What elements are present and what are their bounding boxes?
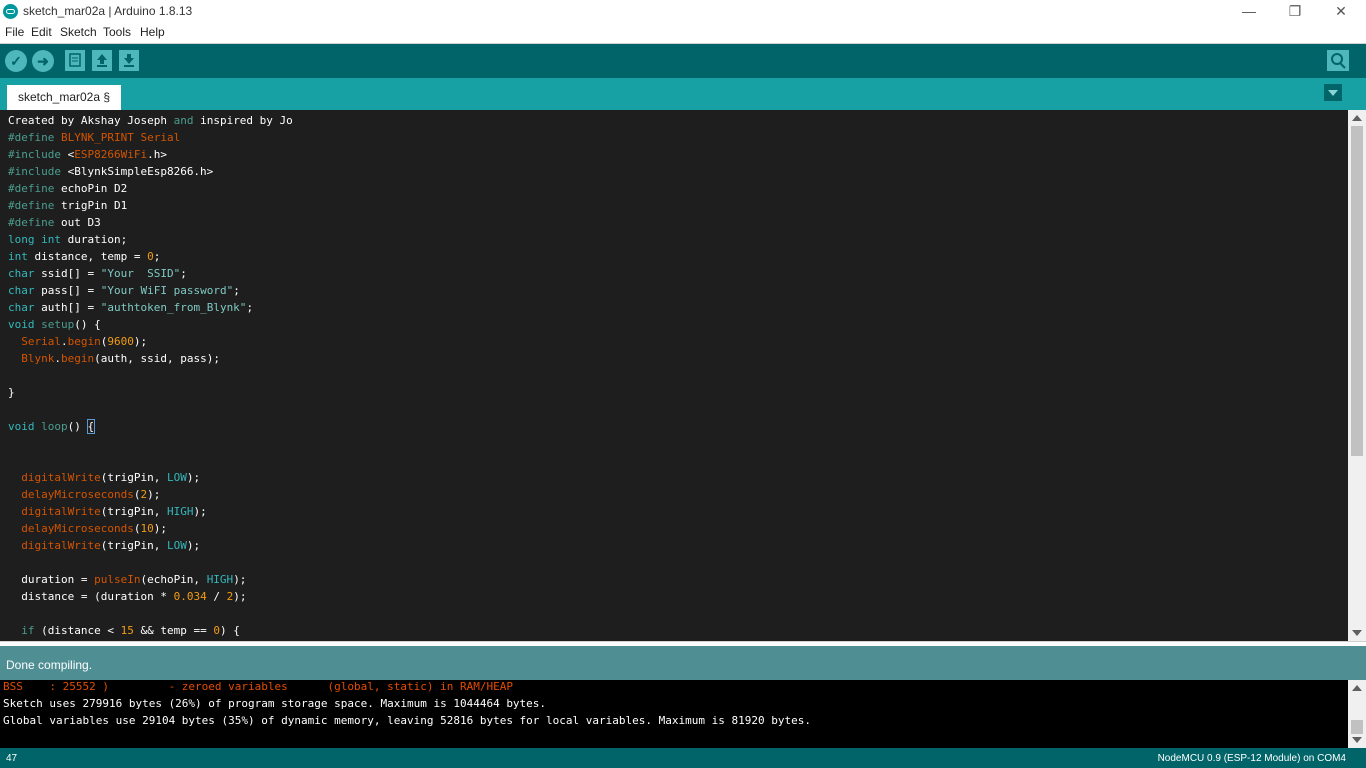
- code-line: distance = (duration * 0.034 / 2);: [8, 590, 247, 603]
- menu-help[interactable]: Help: [140, 25, 165, 39]
- code-line: Created by Akshay Joseph and inspired by…: [8, 114, 293, 127]
- check-icon: ✓: [10, 53, 22, 69]
- tab-sketch[interactable]: sketch_mar02a §: [7, 85, 121, 110]
- code-line: #define out D3: [8, 216, 101, 229]
- code-line: }: [8, 386, 15, 399]
- code-line: Serial.begin(9600);: [21, 335, 148, 348]
- code-line: if (distance < 15 && temp == 0) {: [21, 624, 240, 637]
- upload-button[interactable]: ➜: [32, 50, 54, 72]
- open-button[interactable]: [92, 50, 112, 71]
- code-line: #define echoPin D2: [8, 182, 128, 195]
- code-line: digitalWrite(trigPin, LOW);: [21, 539, 201, 552]
- console-line: BSS : 25552 ) - zeroed variables (global…: [3, 680, 513, 693]
- arrow-right-icon: ➜: [37, 53, 49, 69]
- code-line: duration = pulseIn(echoPin, HIGH);: [8, 573, 247, 586]
- code-line: char pass[] = "Your WiFI password";: [8, 284, 240, 297]
- menu-sketch[interactable]: Sketch: [60, 25, 97, 39]
- title-bar: sketch_mar02a | Arduino 1.8.13 — ❐ ✕: [0, 0, 1366, 23]
- new-file-icon: [69, 53, 81, 67]
- serial-monitor-button[interactable]: [1327, 50, 1349, 71]
- code-line: delayMicroseconds(2);: [21, 488, 161, 501]
- arrow-up-icon: [97, 54, 107, 67]
- verify-button[interactable]: ✓: [5, 50, 27, 72]
- code-line: char ssid[] = "Your SSID";: [8, 267, 187, 280]
- save-button[interactable]: [119, 50, 139, 71]
- code-line: Blynk.begin(auth, ssid, pass);: [21, 352, 220, 365]
- menu-file[interactable]: File: [5, 25, 24, 39]
- code-line: #define BLYNK_PRINT Serial: [8, 131, 181, 144]
- menu-edit[interactable]: Edit: [31, 25, 52, 39]
- magnifier-icon: [1331, 53, 1346, 69]
- tab-menu-chevron-down-icon[interactable]: [1324, 84, 1342, 101]
- console-output[interactable]: BSS : 25552 ) - zeroed variables (global…: [0, 680, 1348, 748]
- code-line: #define trigPin D1: [8, 199, 128, 212]
- console-scroll-down-icon[interactable]: [1352, 737, 1362, 743]
- status-message: Done compiling.: [6, 658, 93, 672]
- console-scroll-up-icon[interactable]: [1352, 685, 1362, 691]
- console-line: Global variables use 29104 bytes (35%) o…: [3, 714, 811, 727]
- line-number: 47: [6, 753, 18, 764]
- scroll-down-icon[interactable]: [1352, 630, 1362, 636]
- arrow-down-icon: [124, 54, 134, 67]
- editor-scrollbar-thumb[interactable]: [1351, 126, 1363, 456]
- maximize-button[interactable]: ❐: [1272, 0, 1318, 23]
- code-line: digitalWrite(trigPin, LOW);: [21, 471, 201, 484]
- status-bar: Done compiling.: [0, 646, 1366, 680]
- console-scrollbar-thumb[interactable]: [1351, 720, 1363, 734]
- new-button[interactable]: [65, 50, 85, 71]
- toolbar: [0, 44, 1366, 78]
- code-line: #include <BlynkSimpleEsp8266.h>: [8, 165, 214, 178]
- code-line: char auth[] = "authtoken_from_Blynk";: [8, 301, 254, 314]
- footer-bar: 47 NodeMCU 0.9 (ESP-12 Module) on COM4: [0, 748, 1366, 768]
- code-line: digitalWrite(trigPin, HIGH);: [21, 505, 207, 518]
- menu-bar: File Edit Sketch Tools Help: [0, 23, 1366, 44]
- code-line: void loop() {: [8, 419, 96, 434]
- scroll-up-icon[interactable]: [1352, 115, 1362, 121]
- code-line: delayMicroseconds(10);: [21, 522, 167, 535]
- code-line: #include <ESP8266WiFi.h>: [8, 148, 167, 161]
- window-title: sketch_mar02a | Arduino 1.8.13: [23, 4, 193, 18]
- minimize-button[interactable]: —: [1226, 0, 1272, 23]
- code-editor[interactable]: Created by Akshay Joseph and inspired by…: [0, 110, 1348, 640]
- arduino-logo-icon: [3, 4, 18, 19]
- code-line: int distance, temp = 0;: [8, 250, 161, 263]
- code-line: long int duration;: [8, 233, 128, 246]
- close-button[interactable]: ✕: [1318, 0, 1364, 23]
- board-info: NodeMCU 0.9 (ESP-12 Module) on COM4: [1157, 753, 1346, 764]
- console-line: Sketch uses 279916 bytes (26%) of progra…: [3, 697, 547, 710]
- tab-bar: [0, 78, 1366, 110]
- menu-tools[interactable]: Tools: [103, 25, 131, 39]
- code-line: void setup() {: [8, 318, 101, 331]
